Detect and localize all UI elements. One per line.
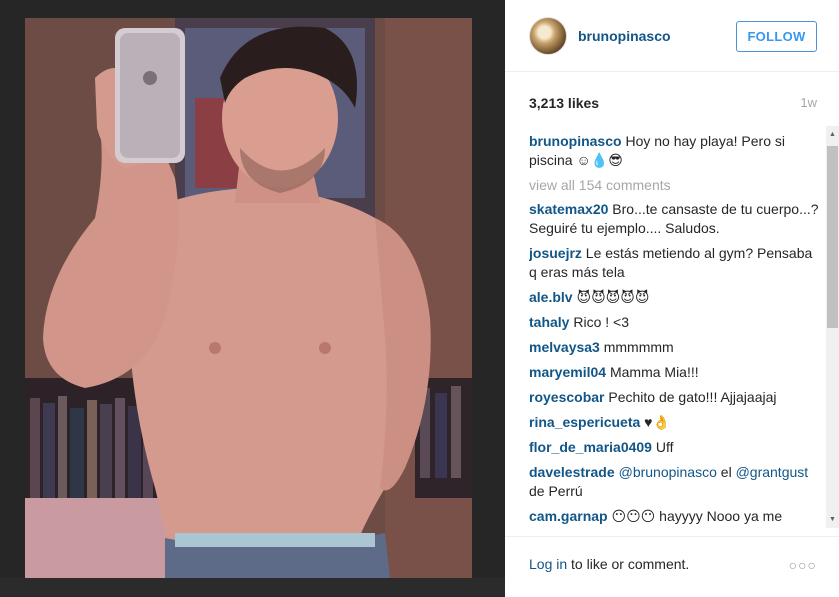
post-viewer: brunopinasco FOLLOW 3,213 likes 1w bruno…	[0, 0, 839, 597]
post-header: brunopinasco FOLLOW	[505, 0, 839, 72]
comment-text: Rico ! <3	[569, 314, 629, 330]
comment-username[interactable]: maryemil04	[529, 364, 606, 380]
list-item: rina_espericueta ♥👌	[529, 413, 819, 432]
photo-backdrop	[0, 0, 505, 597]
comment-text: 😈😈😈😈😈	[572, 289, 650, 305]
scroll-down-arrow-icon[interactable]: ▼	[826, 511, 839, 528]
list-item: melvaysa3 mmmmmm	[529, 338, 819, 357]
comments-scrollbar[interactable]: ▲ ▼	[826, 126, 839, 528]
post-photo-illustration	[25, 18, 472, 578]
comment-username[interactable]: royescobar	[529, 389, 604, 405]
post-age: 1w	[800, 95, 817, 110]
caption-username[interactable]: brunopinasco	[529, 133, 622, 149]
post-author-username[interactable]: brunopinasco	[578, 28, 671, 44]
list-item: maryemil04 Mamma Mia!!!	[529, 363, 819, 382]
comment-text: el	[716, 464, 736, 480]
list-item: tahaly Rico ! <3	[529, 313, 819, 332]
comment-text: Pechito de gato!!! Ajjajaajaj	[604, 389, 777, 405]
comment-username[interactable]: skatemax20	[529, 201, 608, 217]
more-options-icon[interactable]: ○○○	[789, 557, 817, 573]
caption: brunopinasco Hoy no hay playa! Pero si p…	[529, 132, 819, 170]
avatar[interactable]	[529, 17, 567, 55]
comments-list: brunopinasco Hoy no hay playa! Pero si p…	[529, 132, 819, 528]
post-side-panel: brunopinasco FOLLOW 3,213 likes 1w bruno…	[505, 0, 839, 597]
likes-row: 3,213 likes 1w	[529, 95, 817, 115]
comment-text: 😶😶😶 hayyyy Nooo ya me	[607, 508, 783, 524]
follow-button[interactable]: FOLLOW	[736, 21, 817, 52]
list-item: flor_de_maria0409 Uff	[529, 438, 819, 457]
comment-username[interactable]: tahaly	[529, 314, 569, 330]
likes-count[interactable]: 3,213 likes	[529, 95, 599, 111]
list-item: cam.garnap 😶😶😶 hayyyy Nooo ya me	[529, 507, 819, 526]
comment-username[interactable]: cam.garnap	[529, 508, 608, 524]
comment-text: ♥👌	[640, 414, 670, 430]
scrollbar-thumb[interactable]	[827, 146, 838, 328]
comment-username[interactable]: flor_de_maria0409	[529, 439, 652, 455]
comment-text: Mamma Mia!!!	[606, 364, 699, 380]
view-all-comments-link[interactable]: view all 154 comments	[529, 176, 819, 195]
comment-username[interactable]: davelestrade	[529, 464, 615, 480]
comment-username[interactable]: josuejrz	[529, 245, 582, 261]
mention-link[interactable]: @grantgust	[736, 464, 809, 480]
comment-username[interactable]: rina_espericueta	[529, 414, 640, 430]
login-prompt-text: to like or comment.	[567, 556, 690, 572]
scroll-up-arrow-icon[interactable]: ▲	[826, 126, 839, 143]
login-prompt: Log in to like or comment.	[529, 556, 689, 572]
mention-link[interactable]: @brunopinasco	[619, 464, 717, 480]
post-footer: Log in to like or comment. ○○○	[505, 536, 839, 597]
login-link[interactable]: Log in	[529, 556, 567, 572]
list-item: ale.blv 😈😈😈😈😈	[529, 288, 819, 307]
comment-text: Uff	[651, 439, 674, 455]
list-item: josuejrz Le estás metiendo al gym? Pensa…	[529, 244, 819, 282]
comment-username[interactable]: melvaysa3	[529, 339, 600, 355]
photo-bottom-strip	[0, 578, 505, 597]
list-item: davelestrade de Perrú @brunopinasco el @g…	[529, 463, 819, 501]
comment-username[interactable]: ale.blv	[529, 289, 573, 305]
comment-text: de Perrú	[529, 483, 583, 499]
comment-text: mmmmmm	[599, 339, 674, 355]
list-item: skatemax20 Bro...te cansaste de tu cuerp…	[529, 200, 819, 238]
post-photo[interactable]	[25, 18, 472, 578]
list-item: royescobar Pechito de gato!!! Ajjajaajaj	[529, 388, 819, 407]
